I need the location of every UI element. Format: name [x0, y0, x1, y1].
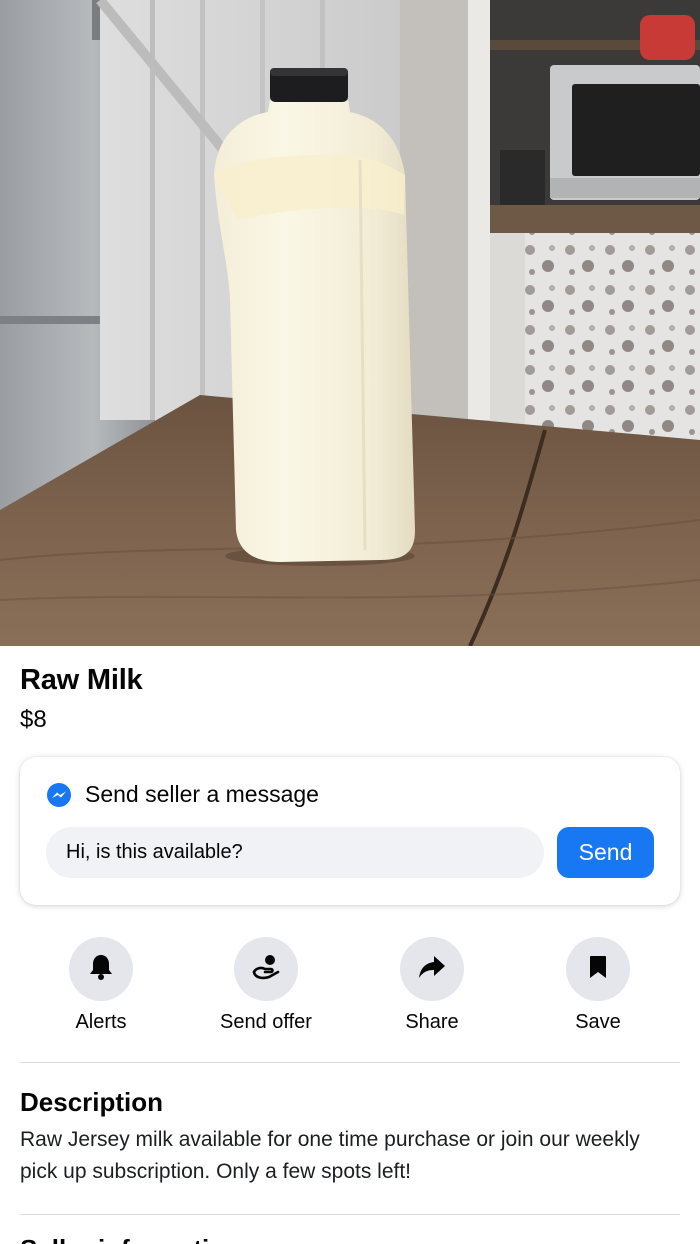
share-button[interactable]: Share [362, 937, 502, 1034]
send-button[interactable]: Send [557, 827, 654, 878]
send-message-card: Send seller a message Hi, is this availa… [20, 757, 680, 905]
listing-title: Raw Milk [20, 664, 143, 696]
alerts-label: Alerts [75, 1011, 127, 1033]
messenger-icon [46, 782, 72, 808]
alerts-button[interactable]: Alerts [31, 937, 171, 1034]
share-arrow-icon [417, 954, 447, 985]
product-photo[interactable] [0, 0, 700, 646]
listing-price: $8 [20, 706, 47, 733]
milk-jug-photo [0, 0, 700, 646]
divider [20, 1062, 680, 1063]
bookmark-icon [588, 954, 608, 985]
save-button[interactable]: Save [528, 937, 668, 1034]
offer-hand-icon [251, 952, 281, 987]
description-text: Raw Jersey milk available for one time p… [20, 1128, 640, 1183]
save-button-circle[interactable] [566, 937, 630, 1001]
action-bar: Alerts Send offer Share Save [0, 937, 700, 1037]
message-card-header: Send seller a message [46, 781, 319, 808]
alerts-button-circle[interactable] [69, 937, 133, 1001]
message-input[interactable]: Hi, is this available? [46, 827, 544, 878]
divider [20, 1214, 680, 1215]
save-label: Save [575, 1011, 621, 1033]
seller-information-heading: Seller information [20, 1234, 241, 1244]
send-offer-button[interactable]: Send offer [196, 937, 336, 1034]
description-heading: Description [20, 1087, 164, 1117]
share-button-circle[interactable] [400, 937, 464, 1001]
bell-icon [88, 953, 114, 986]
send-offer-label: Send offer [220, 1011, 312, 1033]
message-card-heading: Send seller a message [85, 781, 319, 807]
share-label: Share [405, 1011, 459, 1033]
send-offer-button-circle[interactable] [234, 937, 298, 1001]
